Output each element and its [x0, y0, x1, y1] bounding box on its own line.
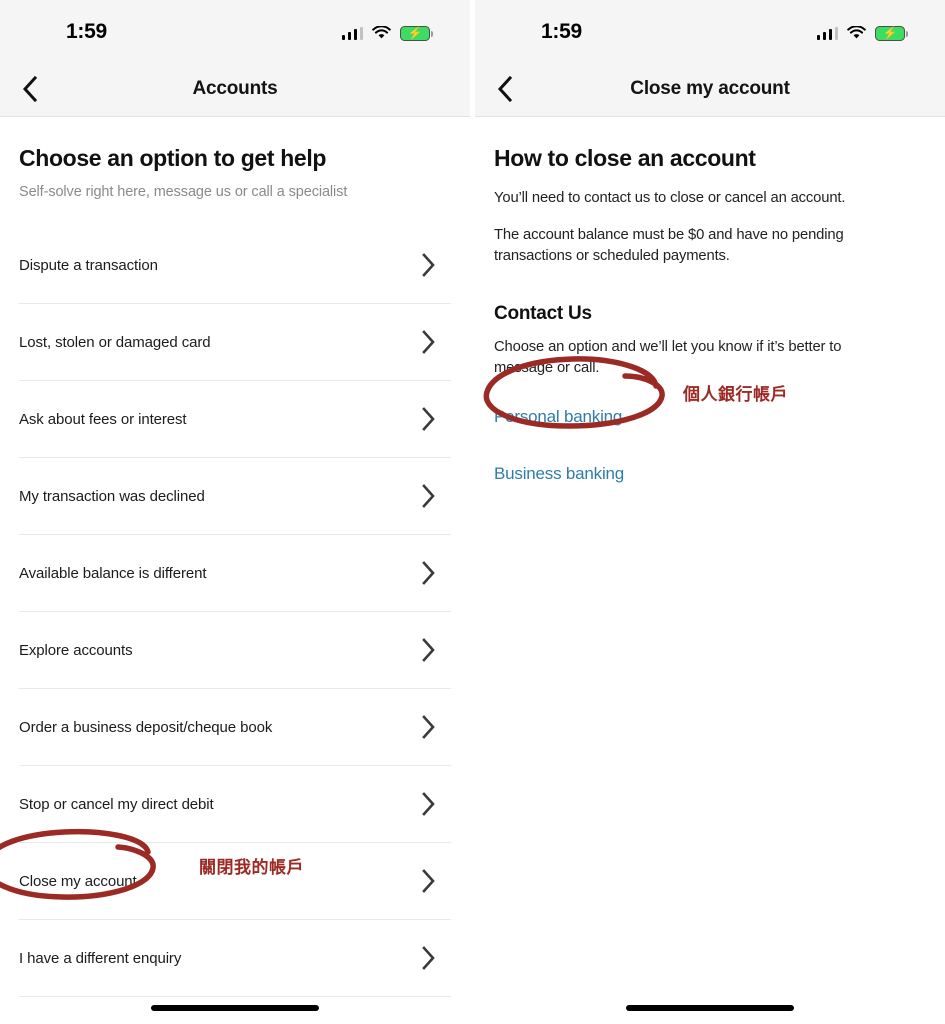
- chevron-left-icon: [497, 76, 513, 102]
- cellular-signal-icon: [816, 26, 838, 40]
- link-personal-banking[interactable]: Personal banking: [494, 407, 622, 427]
- chevron-right-icon: [421, 253, 436, 277]
- list-item-label: Lost, stolen or damaged card: [19, 333, 211, 351]
- list-item[interactable]: Explore accounts: [19, 612, 451, 689]
- chevron-right-icon: [421, 715, 436, 739]
- chevron-right-icon: [421, 946, 436, 970]
- chevron-right-icon: [421, 407, 436, 431]
- status-bar-left: 1:59 ⚡: [0, 0, 470, 62]
- list-item[interactable]: Available balance is different: [19, 535, 451, 612]
- battery-charging-icon: ⚡: [400, 25, 433, 41]
- left-content: Choose an option to get help Self-solve …: [0, 117, 470, 1024]
- list-item-label: My transaction was declined: [19, 487, 205, 505]
- article-paragraph-1: You’ll need to contact us to close or ca…: [494, 190, 846, 206]
- dual-screenshot-container: 1:59 ⚡ Accounts Choose an option to get …: [0, 0, 945, 1024]
- link-business-banking[interactable]: Business banking: [494, 464, 624, 484]
- list-item[interactable]: Ask about fees or interest: [19, 381, 451, 458]
- list-item[interactable]: My transaction was declined: [19, 458, 451, 535]
- article-paragraph-2: The account balance must be $0 and have …: [494, 227, 844, 264]
- nav-bar-left: Accounts: [0, 62, 470, 117]
- chevron-right-icon: [421, 638, 436, 662]
- list-item[interactable]: Order a business deposit/cheque book: [19, 689, 451, 766]
- status-icon-group: ⚡: [341, 22, 433, 44]
- status-icon-group: ⚡: [816, 22, 908, 44]
- list-item[interactable]: Dispute a transaction: [19, 227, 451, 304]
- status-time: 1:59: [66, 20, 107, 43]
- page-subheading-left: Self-solve right here, message us or cal…: [19, 184, 348, 200]
- list-item-label: Available balance is different: [19, 564, 207, 582]
- wifi-icon: [372, 25, 391, 40]
- page-title-left: Accounts: [192, 78, 278, 99]
- page-heading-left: Choose an option to get help: [19, 145, 327, 171]
- contact-us-paragraph: Choose an option and we’ll let you know …: [494, 339, 842, 376]
- back-button-right[interactable]: [483, 62, 527, 116]
- status-bar-right: 1:59 ⚡: [475, 0, 945, 62]
- chevron-right-icon: [421, 330, 436, 354]
- chevron-right-icon: [421, 792, 436, 816]
- list-item-label: Ask about fees or interest: [19, 410, 187, 428]
- list-item-label: Explore accounts: [19, 641, 133, 659]
- list-item-label: Dispute a transaction: [19, 256, 158, 274]
- help-options-list: Dispute a transaction Lost, stolen or da…: [19, 227, 451, 997]
- right-phone-screen: 1:59 ⚡ Close my account How to close an …: [475, 0, 945, 1024]
- list-item-label: I have a different enquiry: [19, 949, 182, 967]
- list-item-label: Order a business deposit/cheque book: [19, 718, 273, 736]
- left-phone-screen: 1:59 ⚡ Accounts Choose an option to get …: [0, 0, 470, 1024]
- chevron-right-icon: [421, 484, 436, 508]
- nav-bar-right: Close my account: [475, 62, 945, 117]
- chevron-left-icon: [22, 76, 38, 102]
- list-item-label: Stop or cancel my direct debit: [19, 795, 214, 813]
- home-indicator-left: [151, 1005, 319, 1011]
- home-indicator-right: [626, 1005, 794, 1011]
- page-title-right: Close my account: [630, 78, 790, 99]
- battery-charging-icon: ⚡: [875, 25, 908, 41]
- list-item[interactable]: Stop or cancel my direct debit: [19, 766, 451, 843]
- list-item[interactable]: Lost, stolen or damaged card: [19, 304, 451, 381]
- article-heading: How to close an account: [494, 145, 756, 171]
- chevron-right-icon: [421, 869, 436, 893]
- cellular-signal-icon: [341, 26, 363, 40]
- back-button-left[interactable]: [8, 62, 52, 116]
- wifi-icon: [847, 25, 866, 40]
- annotation-translation-left: 關閉我的帳戶: [199, 858, 304, 878]
- right-content: How to close an account You’ll need to c…: [475, 117, 945, 1024]
- contact-us-heading: Contact Us: [494, 303, 592, 324]
- status-time: 1:59: [541, 20, 582, 43]
- list-item[interactable]: I have a different enquiry: [19, 920, 451, 997]
- annotation-translation-right: 個人銀行帳戶: [683, 385, 788, 405]
- chevron-right-icon: [421, 561, 436, 585]
- list-item-label: Close my account: [19, 872, 137, 890]
